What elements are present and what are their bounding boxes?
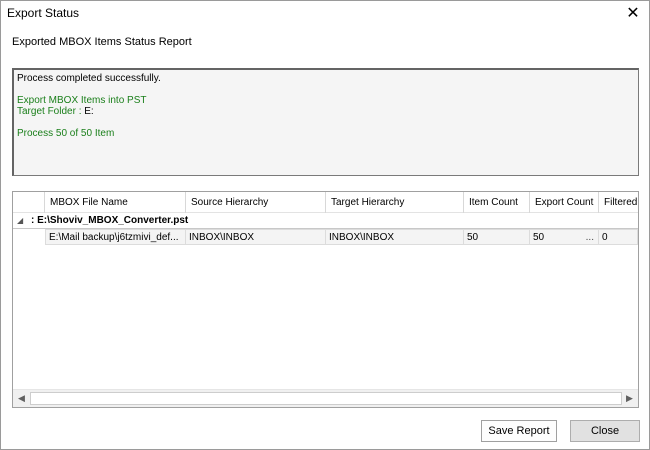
- group-row[interactable]: ◢ : E:\Shoviv_MBOX_Converter.pst: [13, 213, 638, 229]
- save-report-button[interactable]: Save Report: [481, 420, 557, 442]
- report-title: Exported MBOX Items Status Report: [12, 36, 192, 48]
- cell-export-count: 50 ...: [530, 229, 599, 245]
- column-header-item-count[interactable]: Item Count: [464, 192, 530, 213]
- header-gutter: [13, 192, 45, 213]
- column-header-target-hierarchy[interactable]: Target Hierarchy: [326, 192, 464, 213]
- close-icon[interactable]: ✕: [623, 4, 643, 24]
- target-folder-label: Target Folder :: [17, 106, 85, 117]
- collapse-icon[interactable]: ◢: [17, 216, 23, 225]
- column-header-export-count[interactable]: Export Count: [530, 192, 599, 213]
- status-log: Process completed successfully. Export M…: [12, 68, 639, 176]
- column-header-mbox-file-name[interactable]: MBOX File Name: [45, 192, 186, 213]
- cell-filtered: 0: [599, 229, 638, 245]
- log-line-export: Export MBOX Items into PST: [17, 95, 147, 106]
- table-row[interactable]: E:\Mail backup\j6tzmivi_def... INBOX\INB…: [13, 229, 638, 245]
- column-header-filtered[interactable]: Filtered: [599, 192, 638, 213]
- column-header-source-hierarchy[interactable]: Source Hierarchy: [186, 192, 326, 213]
- scrollbar-thumb[interactable]: [30, 392, 622, 405]
- target-folder-value: E:: [84, 106, 94, 117]
- cell-item-count: 50: [464, 229, 530, 245]
- log-line-progress: Process 50 of 50 Item: [17, 128, 115, 139]
- export-status-dialog: Export Status ✕ Exported MBOX Items Stat…: [0, 0, 650, 450]
- cell-source-hierarchy: INBOX\INBOX: [186, 229, 326, 245]
- group-label: : E:\Shoviv_MBOX_Converter.pst: [31, 215, 189, 226]
- log-line-target: Target Folder : E:: [17, 106, 635, 117]
- grid-header: MBOX File Name Source Hierarchy Target H…: [13, 192, 638, 213]
- cell-file-name: E:\Mail backup\j6tzmivi_def...: [45, 229, 186, 245]
- window-title: Export Status: [7, 6, 80, 20]
- title-bar: Export Status ✕: [1, 1, 649, 29]
- close-button[interactable]: Close: [570, 420, 640, 442]
- cell-target-hierarchy: INBOX\INBOX: [326, 229, 464, 245]
- scroll-left-icon[interactable]: ◀: [13, 390, 30, 407]
- horizontal-scrollbar[interactable]: ◀ ▶: [13, 389, 638, 407]
- more-icon[interactable]: ...: [586, 230, 594, 244]
- status-grid: MBOX File Name Source Hierarchy Target H…: [12, 191, 639, 408]
- scroll-right-icon[interactable]: ▶: [621, 390, 638, 407]
- log-line-status: Process completed successfully.: [17, 73, 161, 84]
- export-count-value: 50: [533, 232, 545, 243]
